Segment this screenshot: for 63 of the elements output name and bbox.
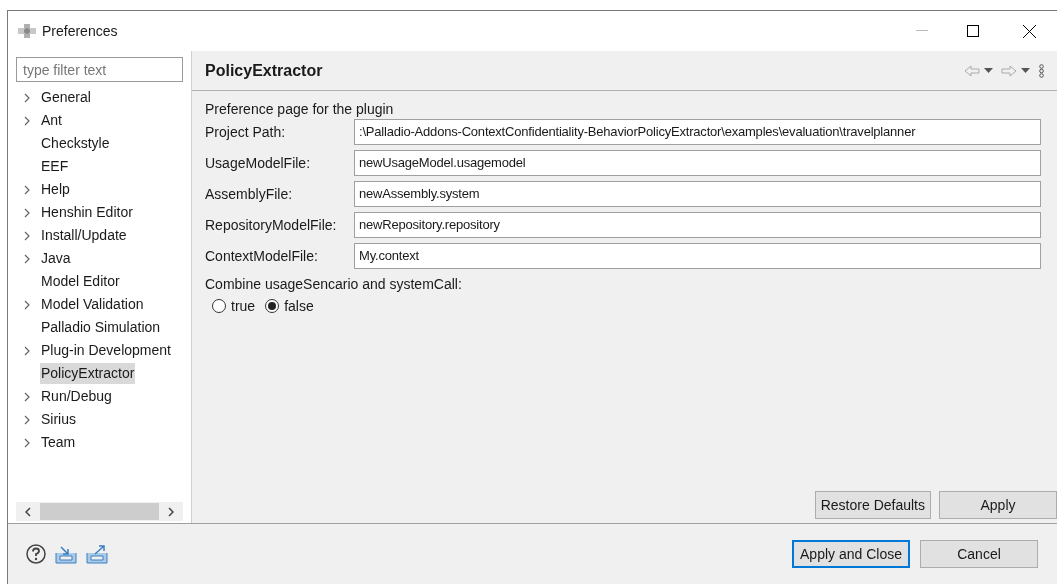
radio-button[interactable] xyxy=(265,299,280,313)
tree-item[interactable]: Model Validation xyxy=(40,294,145,315)
dialog-button[interactable]: Cancel xyxy=(920,540,1038,568)
import-icon[interactable] xyxy=(55,544,77,564)
tree-item[interactable]: Palladio Simulation xyxy=(40,317,162,338)
chevron-right-icon[interactable] xyxy=(24,207,30,218)
field-label: ContextModelFile: xyxy=(205,246,319,266)
tree-item[interactable]: Team xyxy=(40,432,77,453)
chevron-right-icon[interactable] xyxy=(24,92,30,103)
tree-item[interactable]: Help xyxy=(40,179,71,200)
chevron-right-icon[interactable] xyxy=(24,437,30,448)
tree-item[interactable]: Model Editor xyxy=(40,271,121,292)
more-options-icon[interactable] xyxy=(1039,63,1044,78)
chevron-right-icon[interactable] xyxy=(24,345,30,356)
maximize-icon xyxy=(967,25,979,37)
chevron-right-icon[interactable] xyxy=(24,414,30,425)
tree-item[interactable]: Sirius xyxy=(40,409,77,430)
dropdown-caret-icon[interactable] xyxy=(1021,68,1030,73)
dialog-button[interactable]: Apply and Close xyxy=(792,540,910,568)
chevron-right-icon xyxy=(168,506,175,517)
tree-item[interactable]: Run/Debug xyxy=(40,386,113,407)
field-label: AssemblyFile: xyxy=(205,184,294,204)
text-field[interactable]: newAssembly.system xyxy=(354,181,1041,207)
window-title: Preferences xyxy=(42,21,118,41)
tree-item[interactable]: PolicyExtractor xyxy=(40,363,136,384)
field-label: Project Path: xyxy=(205,122,287,142)
tree-item[interactable]: Plug-in Development xyxy=(40,340,172,361)
combine-label: Combine usageSencario and systemCall: xyxy=(205,275,463,294)
radio-label[interactable]: false xyxy=(284,295,314,317)
chevron-right-icon[interactable] xyxy=(24,184,30,195)
dropdown-caret-icon[interactable] xyxy=(984,68,993,73)
help-icon[interactable] xyxy=(26,544,46,564)
text-field[interactable]: My.context xyxy=(354,243,1041,269)
export-icon[interactable] xyxy=(86,544,108,564)
text-field[interactable]: newUsageModel.usagemodel xyxy=(354,150,1041,176)
chevron-left-icon xyxy=(24,506,31,517)
chevron-right-icon[interactable] xyxy=(24,115,30,126)
chevron-right-icon[interactable] xyxy=(24,230,30,241)
scrollbar-thumb[interactable] xyxy=(39,503,160,520)
tree-item[interactable]: Install/Update xyxy=(40,225,128,246)
filter-field[interactable]: type filter text xyxy=(16,57,183,82)
restore-defaults-button[interactable]: Restore Defaults xyxy=(814,491,931,519)
tree-item[interactable]: Java xyxy=(40,248,72,269)
apply-button[interactable]: Apply xyxy=(939,491,1057,519)
tree-item[interactable]: Henshin Editor xyxy=(40,202,134,223)
preferences-icon xyxy=(18,24,36,38)
tree-item[interactable]: General xyxy=(40,87,92,108)
radio-button[interactable] xyxy=(212,299,226,313)
minimize-icon xyxy=(916,30,928,32)
chevron-right-icon[interactable] xyxy=(24,299,30,310)
tree-item[interactable]: Checkstyle xyxy=(40,133,111,154)
text-field[interactable]: newRepository.repository xyxy=(354,212,1041,238)
tree-item[interactable]: EEF xyxy=(40,156,70,177)
text-field[interactable]: :\Palladio-Addons-ContextConfidentiality-BehaviorPolicyExtractor\examples\evaluation\travelplanner xyxy=(354,119,1041,145)
chevron-right-icon[interactable] xyxy=(24,253,30,264)
chevron-right-icon[interactable] xyxy=(24,391,30,402)
tree-item[interactable]: Ant xyxy=(40,110,63,131)
page-description: Preference page for the plugin xyxy=(205,100,395,119)
field-label: UsageModelFile: xyxy=(205,153,312,173)
radio-label[interactable]: true xyxy=(231,295,256,317)
field-label: RepositoryModelFile: xyxy=(205,215,338,235)
close-icon xyxy=(1022,24,1036,38)
page-title: PolicyExtractor xyxy=(205,60,323,81)
